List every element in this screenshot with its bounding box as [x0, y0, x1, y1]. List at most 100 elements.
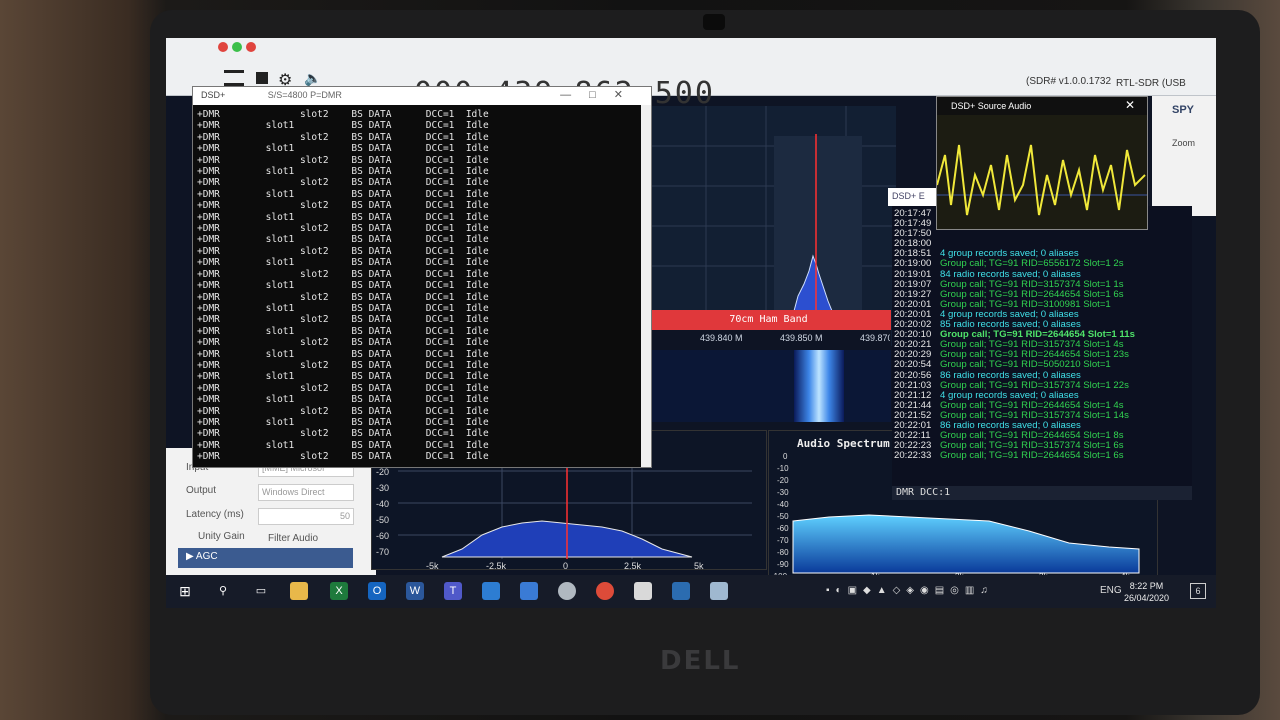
console-line: +DMR slot2 BS DATA DCC=1 Idle [197, 291, 489, 303]
console-line: +DMR slot2 BS DATA DCC=1 Idle [197, 428, 489, 440]
y-tick: -60 [376, 531, 389, 541]
outlook-icon[interactable]: O [368, 582, 386, 600]
y-tick: -40 [376, 499, 389, 509]
console-line: +DMR slot1 BS DATA DCC=1 Idle [197, 280, 489, 292]
frequency-ruler: 439.840 M 439.850 M 439.870 [646, 330, 891, 348]
y-tick: -30 [777, 488, 789, 497]
console-line: +DMR slot2 BS DATA DCC=1 Idle [197, 405, 489, 417]
sdr-right-panel: SPY Zoom [1152, 96, 1216, 216]
console-line: +DMR slot1 BS DATA DCC=1 Idle [197, 439, 489, 451]
y-tick: 0 [783, 452, 788, 461]
y-tick: -50 [777, 512, 789, 521]
notification-center-icon[interactable]: 6 [1190, 583, 1206, 599]
sdr-device: RTL-SDR (USB [1116, 78, 1186, 89]
chrome-icon[interactable] [596, 582, 614, 600]
console-line: +DMR slot1 BS DATA DCC=1 Idle [197, 166, 489, 178]
console-line: +DMR slot1 BS DATA DCC=1 Idle [197, 394, 489, 406]
dsd-app-icon[interactable] [710, 582, 728, 600]
maximize-dot-icon[interactable] [232, 42, 242, 52]
console-line: +DMR slot2 BS DATA DCC=1 Idle [197, 451, 489, 463]
search-icon[interactable]: ⚲ [214, 582, 232, 600]
y-tick: -70 [777, 536, 789, 545]
word-icon[interactable]: W [406, 582, 424, 600]
source-audio-scope [936, 115, 1147, 229]
console-line: +DMR slot2 BS DATA DCC=1 Idle [197, 314, 489, 326]
laptop-screen: ⚙ 🔈 000.439.862.500 (SDR# v1.0.0.1732 RT… [166, 38, 1216, 608]
language-indicator[interactable]: ENG [1100, 585, 1122, 596]
ruler-label: 439.850 M [780, 333, 823, 343]
stop-icon[interactable] [256, 72, 268, 84]
console-line: +DMR slot1 BS DATA DCC=1 Idle [197, 325, 489, 337]
console-line: +DMR slot2 BS DATA DCC=1 Idle [197, 200, 489, 212]
console-line: +DMR slot2 BS DATA DCC=1 Idle [197, 223, 489, 235]
console-line: +DMR slot1 BS DATA DCC=1 Idle [197, 188, 489, 200]
clock-time: 8:22 PM [1129, 581, 1164, 591]
console-line: +DMR slot1 BS DATA DCC=1 Idle [197, 234, 489, 246]
dsd-event-log[interactable]: 20:17:47 20:17:49 20:17:50 20:18:00 20:18:51… [892, 206, 1192, 492]
unity-gain-checkbox[interactable]: Unity Gain [198, 531, 245, 542]
x-tick: 5k [694, 561, 704, 571]
speaker-icon[interactable]: 🔈 [304, 70, 321, 87]
console-line: +DMR slot1 BS DATA DCC=1 Idle [197, 416, 489, 428]
system-tray-icons[interactable]: ▪◐▣◆▲◇◈◉▤◎▥♫ [826, 585, 1076, 596]
console-line: +DMR slot2 BS DATA DCC=1 Idle [197, 359, 489, 371]
ruler-label: 439.840 M [700, 333, 743, 343]
close-dot-icon[interactable] [218, 42, 228, 52]
source-audio-window[interactable]: DSD+ Source Audio ✕ [936, 96, 1148, 230]
network-app-icon[interactable] [520, 582, 538, 600]
y-tick: -70 [376, 547, 389, 557]
latency-label: Latency (ms) [186, 509, 244, 520]
agc-label: AGC [195, 551, 218, 562]
windows-start-icon[interactable]: ⊞ [176, 582, 194, 600]
app-icon[interactable] [558, 582, 576, 600]
console-line: +DMR slot1 BS DATA DCC=1 Idle [197, 120, 489, 132]
y-tick: -80 [777, 548, 789, 557]
sdr-brand: SPY [1172, 104, 1195, 116]
filter-audio-checkbox[interactable]: Filter Audio [268, 533, 318, 544]
console-line: +DMR slot1 BS DATA DCC=1 Idle [197, 371, 489, 383]
x-tick: 2.5k [624, 561, 642, 571]
close-icon[interactable]: ✕ [1125, 98, 1135, 112]
clock[interactable]: 8:22 PM 26/04/2020 [1124, 580, 1169, 604]
window-controls[interactable]: —□✕ [560, 88, 641, 101]
latency-input[interactable]: 50 [258, 508, 354, 525]
y-tick: -40 [777, 500, 789, 509]
teams-icon[interactable]: T [444, 582, 462, 600]
sdr-app-icon[interactable] [672, 582, 690, 600]
log-timestamp: 20:20:54 [894, 359, 932, 371]
console-output: +DMR slot2 BS DATA DCC=1 Idle +DMR slot1 … [193, 105, 651, 463]
excel-icon[interactable]: X [330, 582, 348, 600]
waterfall-signal [794, 350, 844, 422]
dsd-status-bar: DMR DCC:1 [892, 486, 1192, 500]
source-audio-titlebar: DSD+ Source Audio ✕ [937, 97, 1147, 115]
file-explorer-icon[interactable] [290, 582, 308, 600]
y-tick: -90 [777, 560, 789, 569]
console-line: +DMR slot1 BS DATA DCC=1 Idle [197, 143, 489, 155]
waterfall-display[interactable] [646, 350, 891, 422]
app-icon[interactable] [482, 582, 500, 600]
console-scrollbar[interactable] [641, 105, 651, 467]
output-label: Output [186, 485, 217, 496]
app-icon[interactable] [634, 582, 652, 600]
y-tick: -50 [376, 515, 389, 525]
console-meta: S/S=4800 P=DMR [267, 90, 342, 100]
console-line: +DMR slot2 BS DATA DCC=1 Idle [197, 177, 489, 189]
close-dot-icon[interactable] [246, 42, 256, 52]
band-plan-label: 70cm Ham Band [646, 310, 891, 330]
event-log-tab[interactable]: DSD+ E [888, 188, 938, 206]
source-audio-title: DSD+ Source Audio [951, 101, 1032, 111]
console-title: DSD+ [201, 90, 226, 100]
console-line: +DMR slot2 BS DATA DCC=1 Idle [197, 245, 489, 257]
menu-icon[interactable] [224, 70, 244, 86]
console-line: +DMR slot2 BS DATA DCC=1 Idle [197, 131, 489, 143]
console-line: +DMR slot1 BS DATA DCC=1 Idle [197, 302, 489, 314]
dsd-console-window[interactable]: DSD+ S/S=4800 P=DMR —□✕ +DMR slot2 BS DA… [192, 86, 652, 468]
task-view-icon[interactable]: ▭ [252, 582, 270, 600]
y-tick: -20 [777, 476, 789, 485]
agc-section-header[interactable]: ▶ AGC [178, 548, 353, 568]
console-line: +DMR slot2 BS DATA DCC=1 Idle [197, 268, 489, 280]
output-select[interactable]: Windows Direct [258, 484, 354, 501]
audio-settings-panel: Input [MME] Microsof Output Windows Dire… [166, 448, 376, 593]
x-tick: -2.5k [486, 561, 507, 571]
y-tick: -60 [777, 524, 789, 533]
